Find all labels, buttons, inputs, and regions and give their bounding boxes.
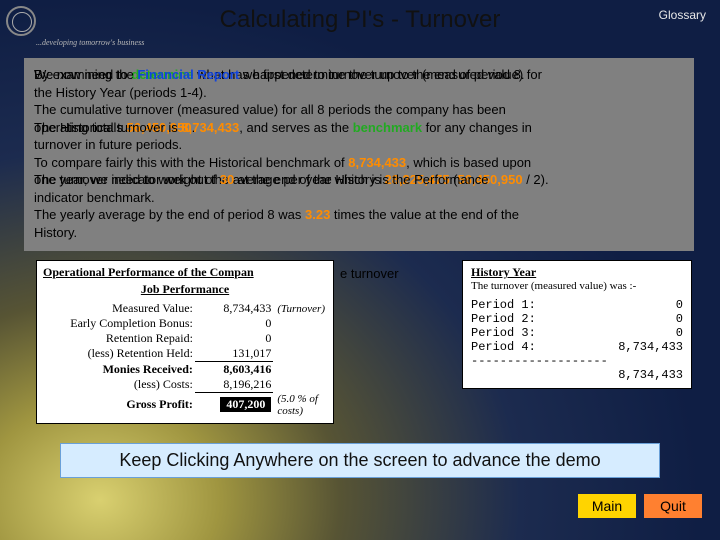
row-label: Measured Value: [43,301,195,316]
back-l4a: operating totals [34,120,127,135]
back-l1b: determine [131,67,193,82]
row-val: 0 [195,316,273,331]
partial-text: e turnover [340,266,399,281]
back-l7a: one year, we need to work out the averag… [34,172,384,187]
costs-val: 8,196,216 [195,377,273,393]
table-row: Measured Value: 8,734,433 (Turnover) [43,301,327,316]
hist-val: 8,734,433 [618,340,683,354]
table-row: Gross Profit: 407,200 (5.0 % of costs) [43,393,327,417]
op-perf-table: Measured Value: 8,734,433 (Turnover) Ear… [43,301,327,417]
main-button[interactable]: Main [578,494,636,518]
back-l6b: 8,734,433 [348,155,406,170]
gp-note: (5.0 % of costs) [273,393,327,417]
hist-label: Period 4: [471,340,536,354]
op-perf-heading: Operational Performance of the Compan [43,265,327,280]
hist-val: 0 [676,326,683,340]
monies-label: Monies Received: [43,362,195,378]
row-val: 131,017 [195,346,273,362]
quit-button[interactable]: Quit [644,494,702,518]
table-row: Retention Repaid: 0 [43,331,327,346]
slide-stage[interactable]: ...developing tomorrow's business Calcul… [0,0,720,540]
row-label: Early Completion Bonus: [43,316,195,331]
hist-label: Period 3: [471,326,536,340]
row-note: (Turnover) [273,301,327,316]
history-sub: The turnover (measured value) was :- [471,280,683,292]
operational-performance-box: Operational Performance of the Compan Jo… [36,260,334,424]
glossary-link[interactable]: Glossary [659,8,706,22]
list-item: Period 1: 0 [471,298,683,312]
back-l6a: To compare fairly this with the Historic… [34,155,348,170]
op-perf-subheading: Job Performance [43,282,327,297]
back-l1a: We now need to [34,67,131,82]
list-item: Period 2: 0 [471,312,683,326]
explanation-panel-back: We now need to determine what has happen… [24,58,694,251]
back-l4b: 56,450,950 [127,120,192,135]
back-l7e: / 2). [523,172,549,187]
history-year-box: History Year The turnover (measured valu… [462,260,692,389]
table-row: (less) Costs: 8,196,216 [43,377,327,393]
back-l9a: The yearly average by the end of period … [34,207,305,222]
row-val: 8,734,433 [195,301,273,316]
advance-banner[interactable]: Keep Clicking Anywhere on the screen to … [60,443,660,478]
back-l4c: . [192,120,196,135]
history-total: 8,734,433 [471,368,683,382]
table-row: Early Completion Bonus: 0 [43,316,327,331]
back-l10: History. [34,224,684,242]
back-l9b: 3.23 [305,207,330,222]
monies-val: 8,603,416 [195,362,273,378]
row-label: Retention Repaid: [43,331,195,346]
costs-label: (less) Costs: [43,377,195,393]
hist-label: Period 2: [471,312,536,326]
row-label: (less) Retention Held: [43,346,195,362]
back-l7c: ( [450,172,458,187]
hist-label: Period 1: [471,298,536,312]
row-val: 0 [195,331,273,346]
tagline-text: ...developing tomorrow's business [36,38,144,47]
table-row: Monies Received: 8,603,416 [43,362,327,378]
back-l6c: , which is based upon [406,155,531,170]
back-l3: The cumulative turnover (measured value)… [34,101,684,119]
gp-val: 407,200 [220,397,271,412]
back-l7b: 28,225,475 [384,172,449,187]
slide-title: Calculating PI's - Turnover [0,6,720,34]
back-l9c: times the value at the end of the [330,207,519,222]
table-row: (less) Retention Held: 131,017 [43,346,327,362]
list-item: Period 3: 0 [471,326,683,340]
gp-label: Gross Profit: [43,393,195,417]
list-item: Period 4: 8,734,433 [471,340,683,354]
back-l7d: 56,450,950 [458,172,523,187]
back-l1c: what has happened to turnover up to the … [193,67,524,82]
history-heading: History Year [471,265,683,280]
hist-val: 0 [676,312,683,326]
hist-val: 0 [676,298,683,312]
history-divider: ------------------- [471,354,683,368]
